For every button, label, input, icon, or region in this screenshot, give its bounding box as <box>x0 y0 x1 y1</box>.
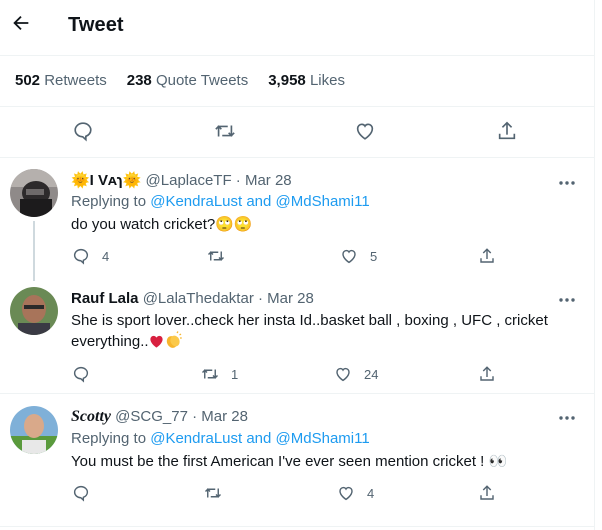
replying-prefix: Replying to <box>71 430 151 447</box>
reply-icon <box>73 248 89 265</box>
mention-link[interactable]: @KendraLust <box>150 193 242 210</box>
reply-button[interactable] <box>72 365 102 383</box>
share-button[interactable] <box>478 365 496 383</box>
reply-icon[interactable] <box>72 120 96 144</box>
like-icon <box>339 486 353 501</box>
display-name[interactable]: Scotty <box>71 408 111 425</box>
share-button[interactable] <box>478 247 496 265</box>
more-options-icon[interactable] <box>557 408 577 428</box>
like-icon <box>342 249 356 264</box>
retweet-button[interactable] <box>207 247 237 265</box>
header: Tweet <box>0 0 595 55</box>
retweets-stat[interactable]: 502 Retweets <box>15 72 107 89</box>
retweet-icon <box>207 251 225 261</box>
reply-action-bar: 4 <box>0 484 595 504</box>
divider <box>0 106 595 107</box>
share-icon <box>480 366 494 381</box>
reply-text: She is sport lover..check her insta Id..… <box>71 311 571 355</box>
heart-emoji-icon <box>149 334 164 355</box>
reply-button[interactable] <box>72 484 102 502</box>
likes-count: 3,958 <box>268 72 306 89</box>
reply-count: 4 <box>102 248 110 264</box>
handle-and-date[interactable]: @LaplaceTF · Mar 28 <box>146 172 292 189</box>
clapping-hands-emoji-icon <box>164 331 182 355</box>
quotes-count: 238 <box>126 72 152 89</box>
reply-action-bar: 1 24 <box>0 365 595 385</box>
retweets-count: 502 <box>15 72 41 89</box>
retweet-button[interactable] <box>204 484 234 502</box>
reply-header: 🌞I Vᴀɿ🌞 @LaplaceTF · Mar 28 <box>71 171 292 189</box>
like-icon[interactable] <box>354 120 378 144</box>
like-count: 5 <box>370 248 378 264</box>
share-icon <box>480 485 494 500</box>
tweet-page: Tweet 502 Retweets 238 Quote Tweets 3,95… <box>0 0 595 530</box>
replying-prefix: Replying to <box>71 193 151 210</box>
more-options-icon[interactable] <box>557 173 577 193</box>
retweet-button[interactable]: 1 <box>201 365 238 383</box>
like-count: 24 <box>364 366 379 382</box>
tweet-action-bar <box>0 120 595 144</box>
more-options-icon[interactable] <box>557 290 577 310</box>
reply-header: Rauf Lala @LalaThedaktar · Mar 28 <box>71 290 314 307</box>
quote-tweets-stat[interactable]: 238 Quote Tweets <box>127 72 248 89</box>
reply-text: You must be the first American I've ever… <box>71 453 508 470</box>
retweet-count: 1 <box>231 366 239 382</box>
like-count: 4 <box>367 485 375 501</box>
engagement-stats: 502 Retweets 238 Quote Tweets 3,958 Like… <box>15 72 345 89</box>
mention-and: and <box>242 430 276 447</box>
retweets-label: Retweets <box>44 72 107 89</box>
like-button[interactable]: 5 <box>340 247 377 265</box>
reply-tweet[interactable]: Rauf Lala @LalaThedaktar · Mar 28 She is… <box>0 278 595 393</box>
quotes-label: Quote Tweets <box>155 72 249 89</box>
share-icon[interactable] <box>496 120 520 144</box>
back-arrow-icon[interactable] <box>10 12 36 38</box>
retweet-icon <box>201 369 219 379</box>
display-name[interactable]: 🌞I Vᴀɿ🌞 <box>71 172 141 189</box>
retweet-icon[interactable] <box>214 120 238 144</box>
page-title: Tweet <box>68 14 124 36</box>
reply-action-bar: 4 5 <box>0 247 595 267</box>
divider <box>0 526 595 527</box>
reply-header: Scotty @SCG_77 · Mar 28 <box>71 408 248 426</box>
like-button[interactable]: 24 <box>334 365 378 383</box>
like-icon <box>336 367 350 382</box>
reply-text-content: She is sport lover..check her insta Id..… <box>71 312 548 350</box>
mention-and: and <box>242 193 276 210</box>
likes-stat[interactable]: 3,958 Likes <box>268 72 345 89</box>
mention-link[interactable]: @KendraLust <box>150 430 242 447</box>
divider <box>0 55 595 56</box>
reply-icon <box>73 366 89 383</box>
reply-icon <box>73 485 89 502</box>
avatar[interactable] <box>10 406 58 454</box>
mention-link[interactable]: @MdShami11 <box>276 193 370 210</box>
reply-tweet[interactable]: 🌞I Vᴀɿ🌞 @LaplaceTF · Mar 28 Replying to … <box>0 158 595 281</box>
handle-and-date[interactable]: @LalaThedaktar · Mar 28 <box>143 290 314 307</box>
reply-button[interactable]: 4 <box>72 247 109 265</box>
avatar[interactable] <box>10 287 58 335</box>
reply-text: do you watch cricket?🙄🙄 <box>71 216 253 233</box>
handle-and-date[interactable]: @SCG_77 · Mar 28 <box>115 408 248 425</box>
share-icon <box>480 248 494 263</box>
retweet-icon <box>204 488 222 498</box>
display-name[interactable]: Rauf Lala <box>71 290 139 307</box>
like-button[interactable]: 4 <box>337 484 374 502</box>
avatar[interactable] <box>10 169 58 217</box>
replying-to: Replying to @KendraLust and @MdShami11 <box>71 430 370 447</box>
replying-to: Replying to @KendraLust and @MdShami11 <box>71 193 370 210</box>
likes-label: Likes <box>309 72 345 89</box>
mention-link[interactable]: @MdShami11 <box>276 430 370 447</box>
share-button[interactable] <box>478 484 496 502</box>
reply-tweet[interactable]: Scotty @SCG_77 · Mar 28 Replying to @Ken… <box>0 394 595 514</box>
